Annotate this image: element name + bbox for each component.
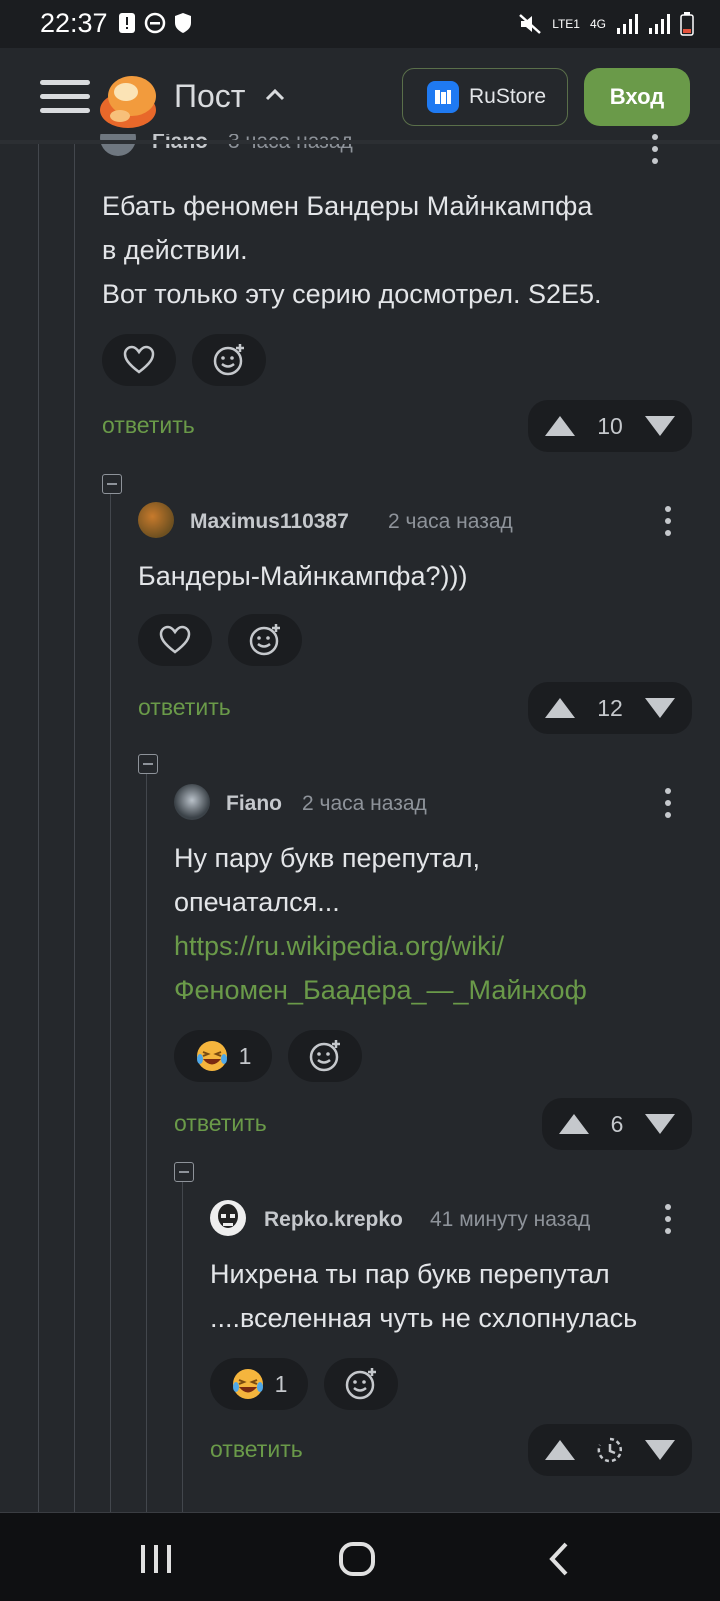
add-reaction-button[interactable]: [324, 1358, 398, 1410]
shield-icon: [175, 13, 191, 33]
thread-line: [182, 1172, 183, 1512]
network-type: 4G: [589, 17, 606, 31]
vote-count: 12: [597, 694, 623, 721]
downvote-icon[interactable]: [644, 415, 676, 437]
clock: 22:37: [40, 8, 108, 38]
reaction-laugh-button[interactable]: 1: [174, 1030, 272, 1082]
comment-author[interactable]: Fiano: [152, 134, 208, 154]
avatar[interactable]: [138, 502, 174, 538]
laughing-emoji-icon: [196, 1041, 227, 1071]
laughing-emoji-icon: [232, 1369, 263, 1399]
reaction-count: 1: [238, 1042, 252, 1069]
network-label: LTE1: [552, 17, 580, 31]
more-options-icon[interactable]: [665, 506, 671, 536]
upvote-icon[interactable]: [544, 1439, 576, 1461]
chevron-up-icon[interactable]: [264, 86, 286, 102]
upvote-icon[interactable]: [558, 1113, 590, 1135]
rustore-icon: [427, 81, 459, 113]
login-button[interactable]: Вход: [584, 68, 690, 126]
emoji-add-icon: [345, 1368, 376, 1400]
notification-icons: [118, 12, 192, 34]
thread-line: [146, 762, 147, 1512]
emoji-add-icon: [213, 344, 244, 376]
rustore-label: RuStore: [469, 85, 547, 108]
system-nav-bar: [0, 1512, 720, 1601]
comment-time[interactable]: 3 часа назад: [228, 134, 353, 154]
comment-text: Ну пару букв перепутал, опечатался... ht…: [174, 836, 587, 1012]
add-reaction-button[interactable]: [288, 1030, 362, 1082]
comment-author[interactable]: Fiano: [226, 792, 282, 816]
signal-icon-2: [649, 14, 670, 34]
alert-icon: [119, 13, 135, 33]
vote-box: 6: [542, 1098, 692, 1150]
reply-link[interactable]: ответить: [138, 694, 231, 721]
header-shadow: [0, 140, 720, 144]
more-options-icon[interactable]: [665, 788, 671, 818]
page-title[interactable]: Пост: [174, 78, 245, 115]
reaction-count: 1: [274, 1370, 288, 1397]
comment-author[interactable]: Repko.krepko: [264, 1208, 403, 1232]
reply-link[interactable]: ответить: [174, 1110, 267, 1137]
collapse-thread-button[interactable]: [102, 474, 122, 494]
like-button[interactable]: [102, 334, 176, 386]
wiki-link-cont[interactable]: Феномен_Баадера_—_Майнхоф: [174, 968, 587, 1012]
hamburger-icon[interactable]: [40, 80, 90, 116]
like-button[interactable]: [138, 614, 212, 666]
pending-clock-icon: [597, 1437, 623, 1463]
comment-text: Нихрена ты пар букв перепутал ....вселен…: [210, 1259, 638, 1333]
comment-text: Бандеры-Майнкампфа?))): [138, 561, 468, 591]
downvote-icon[interactable]: [644, 697, 676, 719]
comment-time[interactable]: 2 часа назад: [302, 792, 427, 816]
status-bar: 22:37 LTE1 4G: [0, 0, 720, 48]
add-reaction-button[interactable]: [228, 614, 302, 666]
comment-text: Ебать феномен Бандеры Майнкампфа в дейст…: [102, 191, 602, 309]
avatar[interactable]: [210, 1200, 246, 1236]
avatar[interactable]: [100, 134, 136, 156]
emoji-add-icon: [249, 624, 280, 656]
app-logo[interactable]: [98, 70, 160, 130]
rustore-button[interactable]: RuStore: [402, 68, 568, 126]
wiki-link[interactable]: https://ru.wikipedia.org/wiki/: [174, 924, 587, 968]
more-options-icon[interactable]: [665, 1204, 671, 1234]
vote-box: [528, 1424, 692, 1476]
vote-box: 10: [528, 400, 692, 452]
thread-line: [110, 486, 111, 1512]
vote-box: 12: [528, 682, 692, 734]
mute-icon: [519, 14, 542, 34]
emoji-add-icon: [309, 1040, 340, 1072]
battery-icon: [680, 12, 694, 36]
add-reaction-button[interactable]: [192, 334, 266, 386]
comment-time[interactable]: 41 минуту назад: [430, 1208, 590, 1232]
more-options-icon[interactable]: [652, 134, 658, 164]
vote-count: 6: [610, 1110, 624, 1137]
collapse-thread-button[interactable]: [138, 754, 158, 774]
reply-link[interactable]: ответить: [210, 1436, 303, 1463]
downvote-icon[interactable]: [644, 1113, 676, 1135]
back-icon[interactable]: [546, 1541, 572, 1577]
signal-icon: [617, 14, 638, 34]
upvote-icon[interactable]: [544, 697, 576, 719]
comment-author[interactable]: Maximus110387: [190, 510, 349, 534]
collapse-thread-button[interactable]: [174, 1162, 194, 1182]
comment-header: Fiano 3 часа назад: [100, 134, 680, 164]
upvote-icon[interactable]: [544, 415, 576, 437]
comment-time[interactable]: 2 часа назад: [388, 510, 513, 534]
avatar[interactable]: [174, 784, 210, 820]
vote-count: 10: [597, 412, 623, 439]
recent-apps-icon[interactable]: [138, 1543, 174, 1575]
heart-icon: [159, 625, 191, 654]
reaction-laugh-button[interactable]: 1: [210, 1358, 308, 1410]
downvote-icon[interactable]: [644, 1439, 676, 1461]
system-indicators: LTE1 4G: [518, 12, 694, 36]
reply-link[interactable]: ответить: [102, 412, 195, 439]
dnd-icon: [144, 12, 166, 34]
heart-icon: [123, 345, 155, 374]
home-icon[interactable]: [338, 1541, 376, 1577]
